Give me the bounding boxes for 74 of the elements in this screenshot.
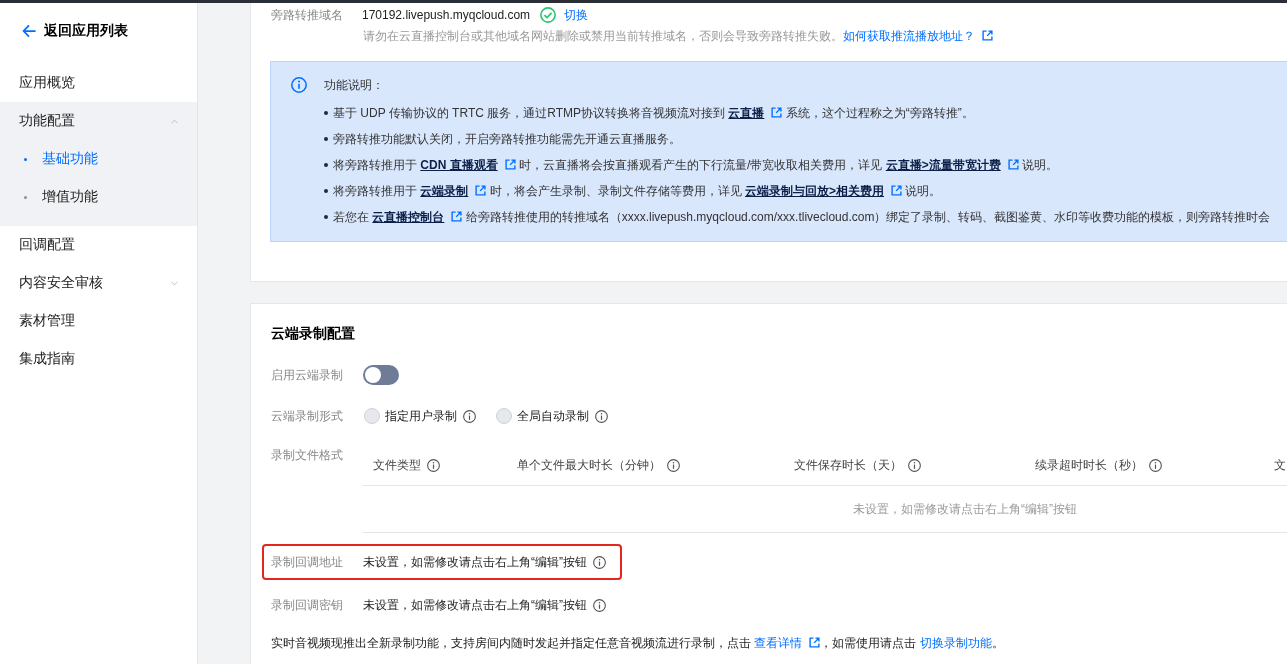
field-label: 录制回调地址 — [271, 554, 344, 571]
external-link-icon — [1007, 158, 1019, 170]
menu-item[interactable]: 内容安全审核 — [0, 264, 197, 302]
info-icon — [667, 459, 680, 472]
notice-text: 若您在 云直播控制台 给旁路转推使用的转推域名（xxxx.livepush.myqcloud.com/xxx.tlivecloud.com）绑定了录制、转码、截图鉴黄、水印等收费功能的模板，则旁路转推时会 — [333, 208, 1271, 226]
option-label[interactable]: 指定用户录制 — [385, 407, 457, 425]
link[interactable]: 切换录制功能 — [919, 636, 992, 650]
section-title: 云端录制配置 — [271, 324, 355, 343]
bullet-icon — [24, 157, 27, 161]
column-header: 单个文件最大时长（分钟） — [517, 457, 661, 474]
field-label: 录制回调密钥 — [271, 597, 344, 614]
field-label: 启用云端录制 — [271, 366, 344, 384]
external-link-icon — [809, 637, 821, 648]
notice-title: 功能说明： — [324, 77, 384, 94]
field-label: 云端录制形式 — [271, 407, 344, 425]
bullet-icon — [324, 163, 328, 167]
link[interactable]: 云直播 — [728, 105, 765, 120]
link[interactable]: 云端录制 — [420, 183, 469, 198]
field-value: 未设置，如需修改请点击右上角“编辑”按钮 — [363, 554, 587, 571]
notice-text: 将旁路转推用于 CDN 直播观看 时，云直播将会按直播观看产生的下行流量/带宽收取相关费用，详见 云直播>流量带宽计费 说明。 — [333, 156, 1059, 174]
back-link[interactable]: 返回应用列表 — [22, 21, 128, 41]
field-value: 未设置，如需修改请点击右上角“编辑”按钮 — [363, 597, 587, 614]
option-label[interactable]: 全局自动录制 — [517, 407, 589, 425]
external-link-icon — [475, 184, 487, 196]
notice-text: 将旁路转推用于 云端录制 时，将会产生录制、录制文件存储等费用，详见 云端录制与回放>相关费用 说明。 — [333, 182, 942, 200]
external-link-icon — [982, 30, 993, 41]
check-circle-icon — [540, 7, 557, 23]
bullet-icon — [324, 215, 328, 219]
menu-item[interactable]: 集成指南 — [0, 340, 197, 378]
external-link-icon — [451, 210, 463, 222]
notice-text: 旁路转推功能默认关闭，开启旁路转推功能需先开通云直播服务。 — [333, 130, 681, 148]
info-icon — [291, 77, 307, 93]
menu-item[interactable]: 应用概览 — [0, 64, 197, 102]
info-icon — [593, 555, 606, 569]
menu-item[interactable]: 回调配置 — [0, 226, 197, 264]
column-header: 续录超时时长（秒） — [1035, 457, 1143, 474]
info-icon — [463, 409, 476, 423]
link[interactable]: 如何获取推流播放地址？ — [843, 29, 975, 43]
menu-item[interactable]: 素材管理 — [0, 302, 197, 340]
footer-text: 实时音视频现推出全新录制功能，支持房间内随时发起并指定任意音视频流进行录制，点击 查看详情 ，如需使用请点击 切换录制功能。 — [271, 635, 1004, 652]
info-icon — [593, 598, 606, 612]
info-icon — [1149, 459, 1162, 472]
link[interactable]: CDN 直播观看 — [420, 157, 498, 172]
bullet-icon — [324, 137, 328, 141]
menu-item[interactable]: 功能配置 — [0, 102, 197, 140]
bullet-icon — [324, 189, 328, 193]
external-link-icon — [504, 158, 516, 170]
external-link-icon — [891, 184, 903, 196]
link[interactable]: 云端录制与回放>相关费用 — [745, 183, 885, 198]
domain-value: 170192.livepush.myqcloud.com — [362, 8, 531, 22]
empty-message: 未设置，如需修改请点击右上角“编辑”按钮 — [853, 500, 1077, 518]
notice-text: 基于 UDP 传输协议的 TRTC 服务，通过RTMP协议转换将音视频流对接到 云直播 系统，这个过程称之为“旁路转推”。 — [333, 104, 974, 122]
column-header: 文 — [1274, 457, 1286, 474]
field-label: 录制文件格式 — [271, 447, 344, 464]
external-link-icon — [771, 106, 783, 118]
submenu-item[interactable]: 基础功能 — [0, 140, 197, 178]
radio-button[interactable] — [496, 408, 512, 424]
radio-button[interactable] — [364, 408, 380, 424]
column-header: 文件类型 — [373, 457, 421, 474]
info-icon — [595, 409, 608, 423]
bullet-icon — [24, 195, 27, 199]
link[interactable]: 查看详情 — [754, 636, 803, 650]
info-icon — [427, 459, 440, 472]
toggle-switch[interactable] — [363, 365, 399, 385]
field-label: 旁路转推域名 — [270, 6, 344, 24]
hint-text: 请勿在云直播控制台或其他域名网站删除或禁用当前转推域名，否则会导致旁路转推失败。如何获取推流播放地址？ — [363, 28, 993, 44]
switch-link[interactable]: 切换 — [564, 6, 589, 24]
bullet-icon — [324, 111, 328, 115]
submenu-item[interactable]: 增值功能 — [0, 178, 197, 216]
link[interactable]: 云直播控制台 — [372, 209, 445, 224]
info-icon — [908, 459, 921, 472]
link[interactable]: 云直播>流量带宽计费 — [885, 157, 1001, 172]
arrow-left-icon — [22, 24, 36, 38]
column-header: 文件保存时长（天） — [794, 457, 902, 474]
